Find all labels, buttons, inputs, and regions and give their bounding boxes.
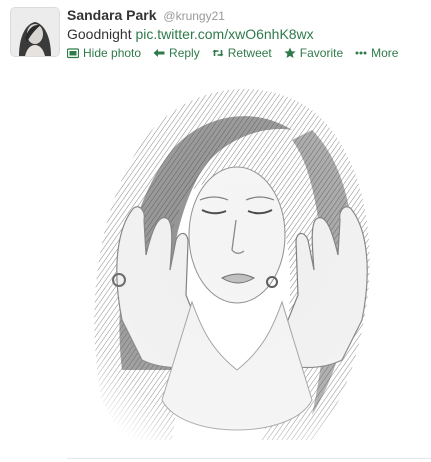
hide-photo-label: Hide photo xyxy=(83,46,142,60)
tweet-text: Goodnight pic.twitter.com/xwO6nhK8wx xyxy=(67,25,314,43)
tweet-header: Sandara Park @krungy21 xyxy=(67,6,225,25)
photo-link[interactable]: pic.twitter.com/xwO6nhK8wx xyxy=(136,26,314,42)
more-button[interactable]: More xyxy=(355,45,398,61)
reply-arrow-icon xyxy=(153,47,165,59)
reply-button[interactable]: Reply xyxy=(153,45,200,61)
display-name[interactable]: Sandara Park xyxy=(67,7,157,23)
star-icon xyxy=(284,47,296,59)
more-dots-icon xyxy=(355,47,367,59)
favorite-button[interactable]: Favorite xyxy=(284,45,343,61)
retweet-button[interactable]: Retweet xyxy=(212,45,272,61)
favorite-label: Favorite xyxy=(299,46,344,60)
retweet-icon xyxy=(212,47,224,59)
divider xyxy=(67,458,431,459)
tweet-actions: Hide photo Reply Retweet Favorite More xyxy=(67,45,410,61)
avatar[interactable] xyxy=(10,7,60,57)
tweet-text-body: Goodnight xyxy=(67,26,132,42)
retweet-label: Retweet xyxy=(227,46,272,60)
photo-icon xyxy=(67,47,79,59)
tweet: Sandara Park @krungy21 Goodnight pic.twi… xyxy=(0,0,431,462)
reply-label: Reply xyxy=(169,46,200,60)
tweet-photo[interactable] xyxy=(62,70,430,455)
hide-photo-button[interactable]: Hide photo xyxy=(67,45,141,61)
more-label: More xyxy=(371,46,399,60)
username[interactable]: @krungy21 xyxy=(163,9,225,23)
